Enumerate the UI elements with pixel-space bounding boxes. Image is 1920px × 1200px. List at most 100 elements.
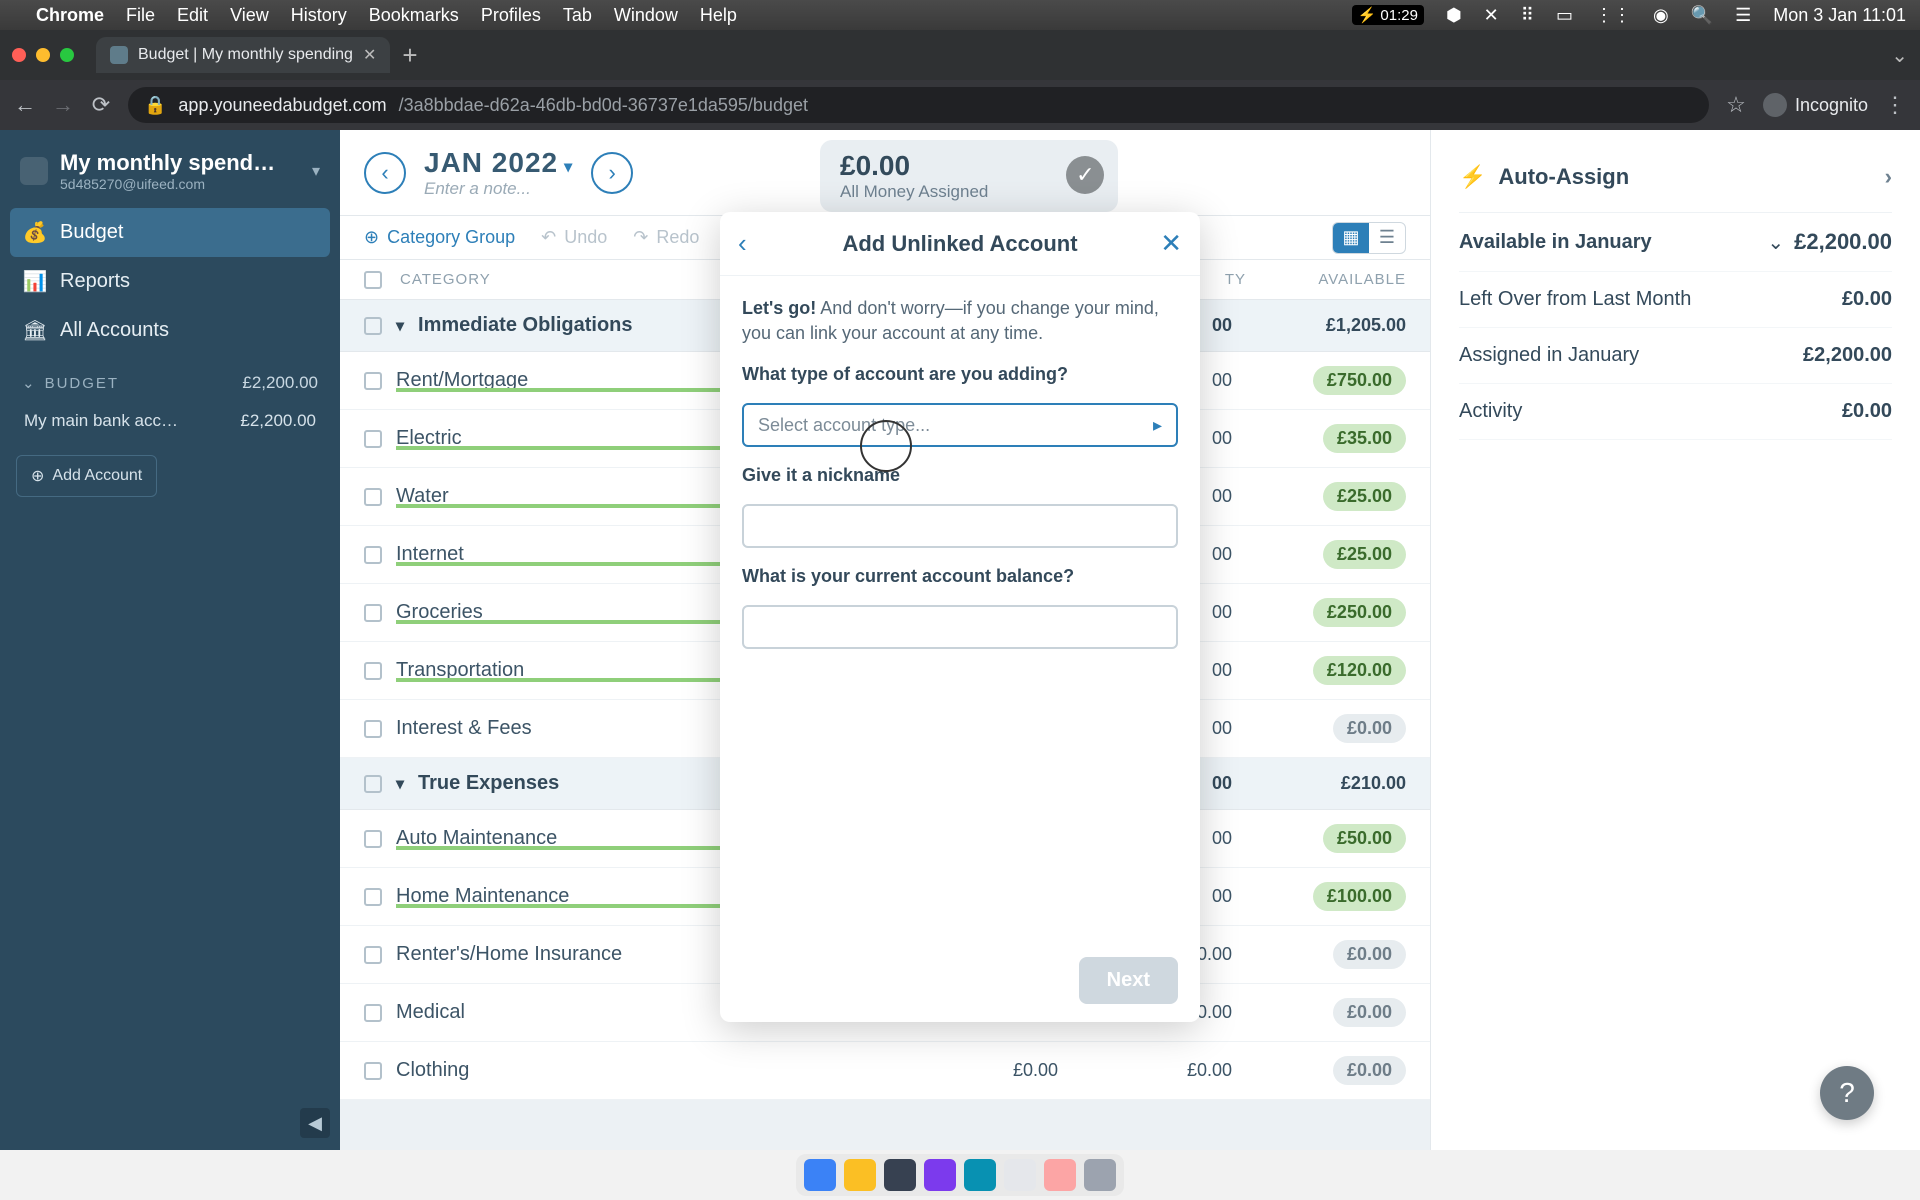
clock[interactable]: Mon 3 Jan 11:01 <box>1773 5 1906 26</box>
status-icon-2[interactable]: ⠿ <box>1521 5 1534 26</box>
dock-app-icon[interactable] <box>924 1159 956 1191</box>
prev-month-button[interactable]: ‹ <box>364 152 406 194</box>
view-list-button[interactable]: ☰ <box>1369 223 1405 253</box>
menu-window[interactable]: Window <box>614 5 678 26</box>
sidebar-item-all-accounts[interactable]: 🏛 All Accounts <box>10 306 330 355</box>
row-checkbox[interactable] <box>364 946 382 964</box>
sidebar-item-reports[interactable]: 📊 Reports <box>10 257 330 306</box>
menu-profiles[interactable]: Profiles <box>481 5 541 26</box>
plus-icon: ⊕ <box>31 466 44 486</box>
address-bar[interactable]: 🔒 app.youneedabudget.com/3a8bbdae-d62a-4… <box>128 87 1709 123</box>
dock-app-icon[interactable] <box>1004 1159 1036 1191</box>
lbl: Activity <box>1459 400 1842 423</box>
row-checkbox[interactable] <box>364 888 382 906</box>
caret-down-icon[interactable] <box>564 159 573 176</box>
wifi-icon[interactable]: ⋮⋮ <box>1595 5 1631 26</box>
dock-app-icon[interactable] <box>884 1159 916 1191</box>
budget-switcher[interactable]: My monthly spend… 5d485270@uifeed.com <box>10 142 330 208</box>
next-button[interactable]: Next <box>1079 957 1178 1004</box>
back-button[interactable]: ← <box>14 92 36 118</box>
minimize-window-icon[interactable] <box>36 48 50 62</box>
redo-button[interactable]: ↷Redo <box>633 227 699 248</box>
dock-finder-icon[interactable] <box>804 1159 836 1191</box>
tool-label: Category Group <box>387 227 515 248</box>
row-available: £25.00 <box>1246 482 1406 511</box>
to-be-assigned-card[interactable]: £0.00 All Money Assigned ✓ <box>820 140 1118 212</box>
bolt-icon: ⚡ <box>1459 164 1486 190</box>
row-checkbox[interactable] <box>364 430 382 448</box>
month-note[interactable]: Enter a note... <box>424 179 573 199</box>
row-checkbox[interactable] <box>364 372 382 390</box>
row-available: £250.00 <box>1246 598 1406 627</box>
account-type-select[interactable]: Select account type... <box>742 403 1178 447</box>
auto-assign-label: Auto-Assign <box>1498 164 1629 190</box>
kebab-menu-icon[interactable]: ⋮ <box>1884 92 1906 118</box>
siri-icon[interactable]: ☰ <box>1735 5 1751 26</box>
menu-tab[interactable]: Tab <box>563 5 592 26</box>
add-account-button[interactable]: ⊕ Add Account <box>16 455 157 497</box>
row-checkbox[interactable] <box>364 488 382 506</box>
dock-app-icon[interactable] <box>964 1159 996 1191</box>
auto-assign-button[interactable]: ⚡ Auto-Assign › <box>1459 154 1892 213</box>
balance-input[interactable] <box>742 605 1178 649</box>
sidebar-section-budget[interactable]: ⌄ BUDGET £2,200.00 <box>10 355 330 401</box>
select-all-checkbox[interactable] <box>364 271 382 289</box>
spotlight-icon[interactable]: 🔍 <box>1691 5 1713 26</box>
category-row[interactable]: Clothing£0.00£0.00£0.00 <box>340 1042 1430 1100</box>
tab-overflow-icon[interactable]: ⌄ <box>1891 43 1908 68</box>
incognito-badge[interactable]: Incognito <box>1763 93 1868 117</box>
group-checkbox[interactable] <box>364 317 382 335</box>
add-category-group-button[interactable]: ⊕Category Group <box>364 227 515 248</box>
menubar-app[interactable]: Chrome <box>36 5 104 26</box>
forward-button[interactable]: → <box>52 92 74 118</box>
row-checkbox[interactable] <box>364 830 382 848</box>
control-center-icon[interactable]: ◉ <box>1653 5 1669 26</box>
collapse-sidebar-button[interactable]: ◀ <box>300 1108 330 1138</box>
group-available: £1,205.00 <box>1246 315 1406 336</box>
help-button[interactable]: ? <box>1820 1066 1874 1120</box>
browser-tab[interactable]: Budget | My monthly spending ✕ <box>96 37 390 73</box>
row-checkbox[interactable] <box>364 546 382 564</box>
month-label[interactable]: JAN 2022 <box>424 147 558 178</box>
battery-icon[interactable]: ▭ <box>1556 5 1573 26</box>
row-checkbox[interactable] <box>364 720 382 738</box>
caret-down-icon: ▾ <box>396 316 404 336</box>
sidebar-account[interactable]: My main bank acc… £2,200.00 <box>10 401 330 441</box>
assigned-amount: £0.00 <box>840 150 988 182</box>
menu-bookmarks[interactable]: Bookmarks <box>369 5 459 26</box>
next-month-button[interactable]: › <box>591 152 633 194</box>
menu-edit[interactable]: Edit <box>177 5 208 26</box>
maximize-window-icon[interactable] <box>60 48 74 62</box>
available-in-month[interactable]: Available in January ⌄ £2,200.00 <box>1459 213 1892 272</box>
menu-view[interactable]: View <box>230 5 269 26</box>
modal-back-button[interactable]: ‹ <box>738 228 747 259</box>
lbl: Assigned in January <box>1459 344 1803 367</box>
row-checkbox[interactable] <box>364 604 382 622</box>
close-window-icon[interactable] <box>12 48 26 62</box>
menu-help[interactable]: Help <box>700 5 737 26</box>
row-available: £0.00 <box>1246 940 1406 969</box>
browser-toolbar: ← → ⟳ 🔒 app.youneedabudget.com/3a8bbdae-… <box>0 80 1920 130</box>
row-checkbox[interactable] <box>364 662 382 680</box>
star-icon[interactable]: ☆ <box>1725 92 1747 118</box>
nickname-input[interactable] <box>742 504 1178 548</box>
menu-file[interactable]: File <box>126 5 155 26</box>
sidebar-item-budget[interactable]: 💰 Budget <box>10 208 330 257</box>
group-checkbox[interactable] <box>364 775 382 793</box>
row-checkbox[interactable] <box>364 1004 382 1022</box>
reload-button[interactable]: ⟳ <box>90 92 112 118</box>
dock-app-icon[interactable] <box>1044 1159 1076 1191</box>
view-card-button[interactable]: ▦ <box>1333 223 1369 253</box>
dropbox-icon[interactable]: ⬢ <box>1446 5 1462 26</box>
dock-chrome-icon[interactable] <box>844 1159 876 1191</box>
row-checkbox[interactable] <box>364 1062 382 1080</box>
battery-indicator[interactable]: ⚡01:29 <box>1352 5 1424 25</box>
new-tab-button[interactable]: + <box>402 40 417 71</box>
row-available: £25.00 <box>1246 540 1406 569</box>
undo-button[interactable]: ↶Undo <box>541 227 607 248</box>
close-tab-icon[interactable]: ✕ <box>363 45 376 65</box>
menu-history[interactable]: History <box>291 5 347 26</box>
status-icon[interactable]: ✕ <box>1484 5 1499 26</box>
dock-trash-icon[interactable] <box>1084 1159 1116 1191</box>
modal-close-button[interactable]: ✕ <box>1160 228 1182 259</box>
